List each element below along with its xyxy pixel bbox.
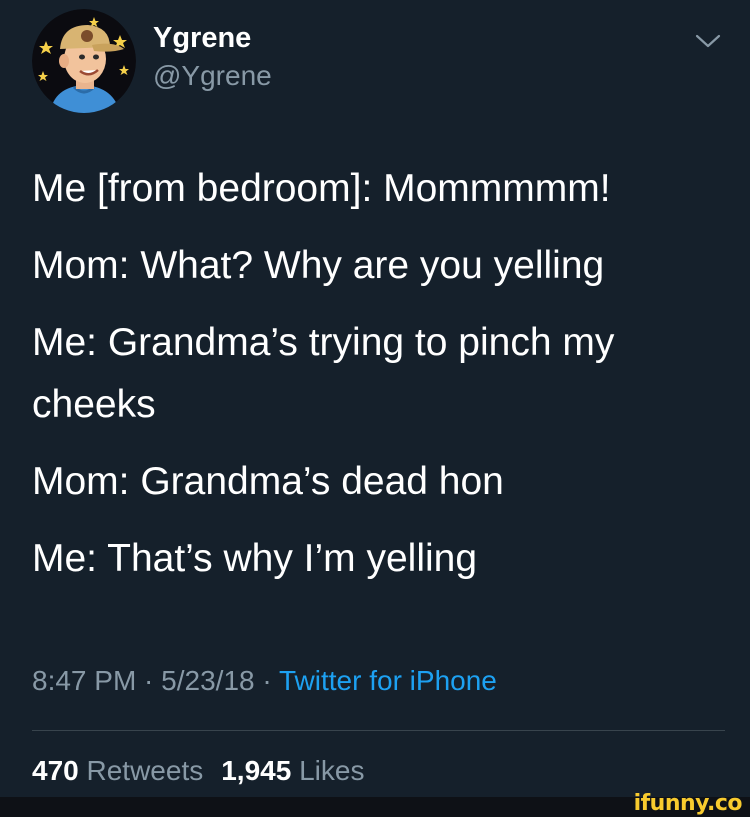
- ifunny-watermark: ifunny.co: [633, 791, 743, 816]
- tweet-line: Mom: Grandma’s dead hon: [32, 460, 504, 503]
- tweet-line: cheeks: [32, 383, 156, 426]
- tweet-line: Me: That’s why I’m yelling: [32, 537, 478, 580]
- tweet-date: 5/23/18: [161, 665, 255, 696]
- meta-separator: ·: [254, 665, 279, 696]
- engagement-stats: 470 Retweets 1,945 Likes: [32, 755, 382, 787]
- divider: [32, 730, 725, 731]
- user-handle[interactable]: @Ygrene: [153, 60, 272, 92]
- likes-stat[interactable]: 1,945 Likes: [221, 755, 364, 786]
- retweets-stat[interactable]: 470 Retweets: [32, 755, 203, 786]
- tweet-line: Me: Grandma’s trying to pinch my: [32, 321, 615, 364]
- chevron-down-icon[interactable]: [694, 31, 722, 51]
- tweet-metadata: 8:47 PM · 5/23/18 · Twitter for iPhone: [32, 665, 497, 697]
- tweet-text: Me [from bedroom]: Mommmmm! Mom: What? W…: [32, 158, 732, 590]
- retweets-label: Retweets: [86, 755, 204, 786]
- avatar[interactable]: [32, 9, 136, 113]
- display-name[interactable]: Ygrene: [153, 22, 251, 55]
- tweet-card: Ygrene @Ygrene Me [from bedroom]: Mommmm…: [0, 0, 750, 797]
- retweets-count: 470: [32, 755, 79, 786]
- tweet-time: 8:47 PM: [32, 665, 137, 696]
- likes-label: Likes: [299, 755, 365, 786]
- avatar-image: [32, 9, 136, 113]
- tweet-line: Me [from bedroom]: Mommmmm!: [32, 167, 611, 210]
- likes-count: 1,945: [221, 755, 292, 786]
- tweet-line: Mom: What? Why are you yelling: [32, 244, 605, 287]
- meta-separator: ·: [136, 665, 162, 696]
- tweet-source-link[interactable]: Twitter for iPhone: [279, 665, 497, 696]
